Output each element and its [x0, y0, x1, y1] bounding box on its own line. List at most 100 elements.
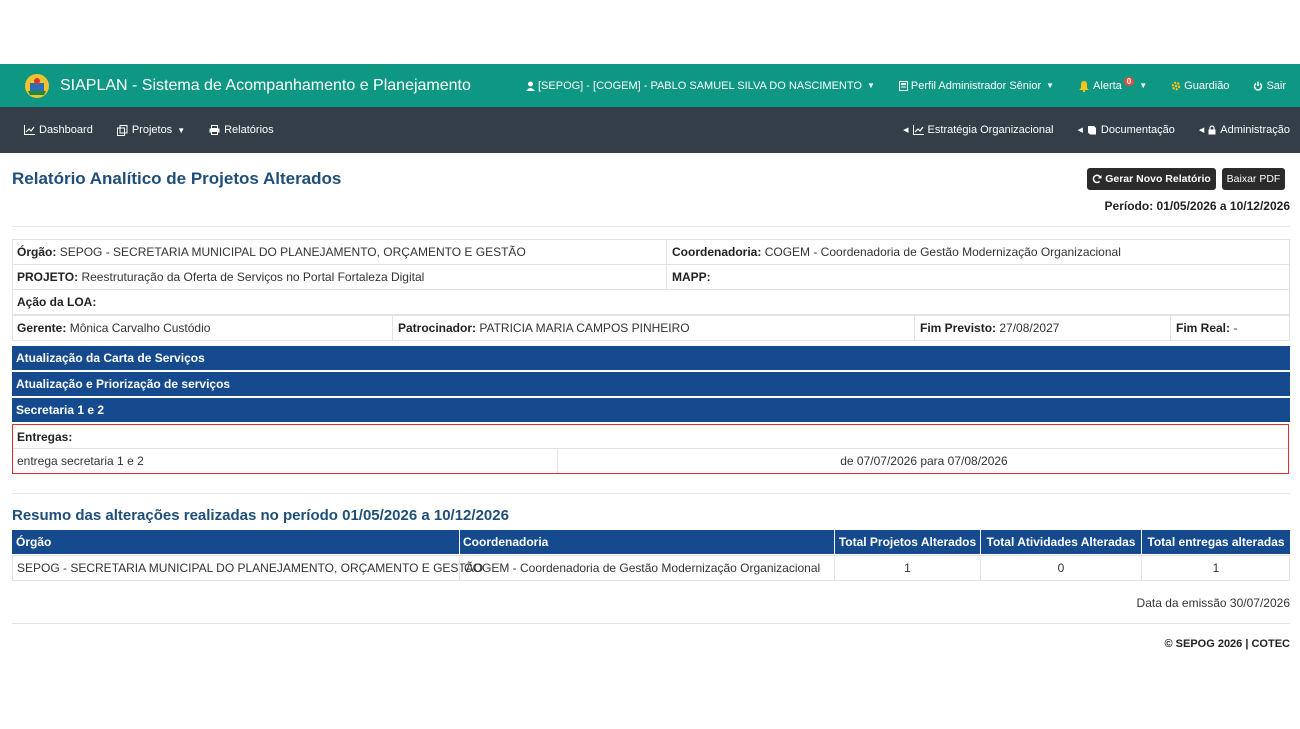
cell-orgao: SEPOG - SECRETARIA MUNICIPAL DO PLANEJAM… [17, 561, 484, 575]
fim-previsto-value: 27/08/2027 [999, 321, 1060, 335]
chart-line-icon [24, 125, 35, 135]
nav-projetos-label: Projetos [131, 124, 173, 136]
divider [12, 493, 1290, 494]
orgao-label: Órgão: [17, 245, 57, 259]
gerente-cell: Gerente: Mônica Carvalho Custódio [17, 316, 210, 340]
entregas-label: Entregas: [17, 429, 73, 444]
logout-label: Sair [1266, 79, 1286, 92]
projects-icon [116, 124, 128, 136]
acao-cell: Ação da LOA: [17, 290, 96, 314]
alert-count-badge: 0 [1123, 77, 1135, 86]
profile-label: Perfil Administrador Sênior [910, 79, 1042, 92]
footer-copyright: © SEPOG 2026 | COTEC [1164, 638, 1290, 650]
nav-projetos[interactable]: Projetos ▼ [116, 124, 186, 136]
cell-total-atividades: 0 [1057, 561, 1065, 575]
nav-estrategia[interactable]: ◀ Estratégia Organizacional [903, 124, 1053, 136]
info-row-acao: Ação da LOA: [12, 289, 1290, 315]
entregas-box: Entregas: entrega secretaria 1 e 2 de 07… [12, 424, 1289, 474]
nav-dashboard-label: Dashboard [39, 124, 93, 136]
info-row-projeto: PROJETO: Reestruturação da Oferta de Ser… [12, 264, 1290, 290]
top-bar: SIAPLAN - Sistema de Acompanhamento e Pl… [0, 64, 1300, 107]
chevron-left-icon: ◀ [903, 127, 909, 134]
guardian-link[interactable]: Guardião [1171, 80, 1229, 92]
lock-icon [1208, 125, 1216, 135]
gerente-value: Mônica Carvalho Custódio [69, 321, 211, 335]
alert-label: Alerta [1093, 79, 1122, 92]
fim-real-label: Fim Real: [1176, 321, 1231, 335]
projeto-value: Reestruturação da Oferta de Serviços no … [81, 270, 425, 284]
brand[interactable]: SIAPLAN - Sistema de Acompanhamento e Pl… [22, 73, 471, 99]
divider [12, 226, 1290, 227]
mapp-label: MAPP: [672, 270, 711, 284]
nav-documentacao[interactable]: ◀ Documentação [1078, 124, 1175, 136]
logout-button[interactable]: Sair [1253, 80, 1286, 92]
entrega-change: de 07/07/2026 para 07/08/2026 [840, 454, 1008, 468]
refresh-icon [1092, 174, 1102, 184]
coord-cell: Coordenadoria: COGEM - Coordenadoria de … [672, 240, 1121, 264]
chevron-down-icon: ▼ [866, 81, 875, 90]
gerente-label: Gerente: [17, 321, 67, 335]
emission-date: Data da emissão 30/07/2026 [1136, 596, 1290, 610]
gear-icon [1171, 81, 1181, 90]
summary-header-row: Órgão Coordenadoria Total Projetos Alter… [12, 530, 1290, 554]
cell-total-entregas: 1 [1212, 561, 1220, 575]
projeto-label: PROJETO: [17, 270, 79, 284]
chart-line-icon [912, 125, 924, 135]
nav-administracao-label: Administração [1220, 124, 1290, 136]
col-total-entregas: Total entregas alteradas [1147, 535, 1285, 549]
nav-estrategia-label: Estratégia Organizacional [927, 124, 1054, 136]
nav-dashboard[interactable]: Dashboard [24, 124, 93, 136]
nav-administracao[interactable]: ◀ Administração [1199, 124, 1290, 136]
atividade-bar: Secretaria 1 e 2 [12, 398, 1290, 422]
app-title: SIAPLAN - Sistema de Acompanhamento e Pl… [60, 76, 471, 94]
guardian-label: Guardião [1184, 79, 1230, 92]
fim-previsto-cell: Fim Previsto: 27/08/2027 [920, 316, 1059, 340]
fim-previsto-label: Fim Previsto: [920, 321, 997, 335]
col-total-atividades: Total Atividades Alteradas [986, 535, 1136, 549]
fim-real-value: - [1233, 321, 1238, 335]
report-period: Período: 01/05/2026 a 10/12/2026 [1104, 199, 1290, 213]
patrocinador-value: PATRICIA MARIA CAMPOS PINHEIRO [479, 321, 690, 335]
patrocinador-label: Patrocinador: [398, 321, 477, 335]
bell-icon [1079, 80, 1090, 92]
orgao-cell: Órgão: SEPOG - SECRETARIA MUNICIPAL DO P… [17, 240, 526, 264]
info-row-orgao: Órgão: SEPOG - SECRETARIA MUNICIPAL DO P… [12, 239, 1290, 265]
divider [12, 623, 1290, 624]
acao-label: Ação da LOA: [17, 295, 97, 309]
chevron-left-icon: ◀ [1077, 127, 1083, 134]
logo-icon [25, 73, 49, 98]
alert-menu[interactable]: Alerta 0 ▼ [1078, 77, 1148, 92]
user-menu[interactable]: [SEPOG] - [COGEM] - PABLO SAMUEL SILVA D… [526, 80, 875, 92]
page-title: Relatório Analítico de Projetos Alterado… [12, 169, 342, 188]
chevron-down-icon: ▼ [1046, 81, 1055, 90]
projeto-cell: PROJETO: Reestruturação da Oferta de Ser… [17, 265, 424, 289]
fim-real-cell: Fim Real: - [1176, 316, 1237, 340]
nav-relatorios[interactable]: Relatórios [209, 124, 274, 136]
orgao-value: SEPOG - SECRETARIA MUNICIPAL DO PLANEJAM… [59, 245, 526, 259]
profile-menu[interactable]: Perfil Administrador Sênior ▼ [898, 79, 1055, 92]
cell-coordenadoria: COGEM - Coordenadoria de Gestão Moderniz… [464, 561, 821, 575]
col-orgao: Órgão [16, 535, 52, 549]
generate-report-label: Gerar Novo Relatório [1105, 173, 1211, 185]
chevron-down-icon: ▼ [177, 125, 186, 135]
coord-value: COGEM - Coordenadoria de Gestão Moderniz… [764, 245, 1121, 259]
mapp-cell: MAPP: [672, 265, 711, 289]
patrocinador-cell: Patrocinador: PATRICIA MARIA CAMPOS PINH… [398, 316, 690, 340]
profile-icon [898, 80, 908, 91]
print-icon [209, 125, 220, 135]
nav-bar: Dashboard Projetos ▼ Relatórios ◀ Estrat… [0, 107, 1300, 153]
generate-report-button[interactable]: Gerar Novo Relatório [1087, 168, 1216, 190]
table-row: SEPOG - SECRETARIA MUNICIPAL DO PLANEJAM… [12, 555, 1290, 581]
entrega-name: entrega secretaria 1 e 2 [17, 454, 144, 468]
power-icon [1254, 81, 1263, 91]
atividade-bar: Atualização e Priorização de serviços [12, 372, 1290, 396]
nav-documentacao-label: Documentação [1100, 124, 1175, 136]
nav-relatorios-label: Relatórios [224, 124, 274, 136]
user-icon [526, 81, 535, 91]
chevron-down-icon: ▼ [1139, 81, 1148, 90]
download-pdf-button[interactable]: Baixar PDF [1222, 168, 1285, 190]
col-coordenadoria: Coordenadoria [463, 535, 549, 549]
coord-label: Coordenadoria: [672, 245, 762, 259]
info-row-gerente: Gerente: Mônica Carvalho Custódio Patroc… [12, 315, 1290, 341]
cell-total-projetos: 1 [904, 561, 911, 575]
